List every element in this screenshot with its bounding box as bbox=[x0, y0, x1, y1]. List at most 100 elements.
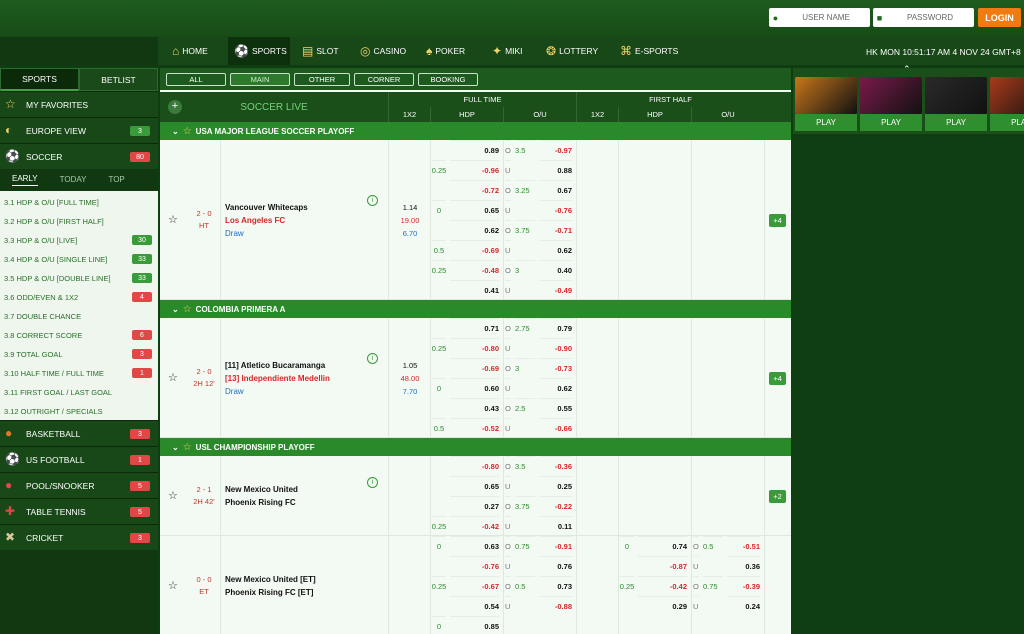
star-icon[interactable]: ☆ bbox=[183, 304, 192, 315]
ou-odds[interactable]: 0.67 bbox=[539, 180, 572, 200]
login-button[interactable]: LOGIN bbox=[978, 8, 1021, 27]
hdp-odds[interactable]: 0.54 bbox=[450, 596, 499, 616]
match-teams[interactable]: Vancouver Whitecaps Los Angeles FC Draw bbox=[225, 201, 308, 240]
subtab-early[interactable]: EARLY bbox=[12, 174, 38, 186]
info-icon[interactable]: i bbox=[367, 353, 378, 364]
ou-odds[interactable]: -0.71 bbox=[539, 220, 572, 240]
hdp-odds[interactable]: -0.72 bbox=[450, 180, 499, 200]
hdp-odds[interactable]: 0.89 bbox=[450, 140, 499, 160]
hdp-odds[interactable]: -0.69 bbox=[450, 240, 499, 260]
sidebar-item-my-favorites[interactable]: ☆ MY FAVORITES bbox=[0, 91, 158, 117]
sidebar-item-europe-view[interactable]: ◐ EUROPE VIEW 3 bbox=[0, 117, 158, 143]
league-header[interactable]: ⌄ ☆ USA MAJOR LEAGUE SOCCER PLAYOFF bbox=[160, 122, 791, 140]
play-button[interactable]: PLAY bbox=[795, 114, 857, 131]
ou-odds[interactable]: -0.36 bbox=[539, 456, 572, 476]
game-tile[interactable]: PLAY bbox=[860, 77, 922, 132]
hdp-odds[interactable]: 0.71 bbox=[450, 318, 499, 338]
favorite-star-icon[interactable]: ☆ bbox=[168, 489, 178, 502]
subtab-today[interactable]: TODAY bbox=[60, 175, 87, 186]
sidebar-item-us-football[interactable]: ⚽ US FOOTBALL 1 bbox=[0, 446, 158, 472]
play-button[interactable]: PLAY bbox=[990, 114, 1024, 131]
nav-e-sports[interactable]: ⌘ E-SPORTS bbox=[614, 37, 684, 65]
star-icon[interactable]: ☆ bbox=[183, 442, 192, 453]
more-markets-button[interactable]: +2 bbox=[769, 490, 786, 503]
odds-1x2[interactable]: 1.05 48.00 7.70 bbox=[392, 359, 428, 398]
hdp-odds[interactable]: -0.80 bbox=[450, 338, 499, 358]
match-teams[interactable]: [11] Atletico Bucaramanga [13] Independie… bbox=[225, 359, 330, 398]
filter-other[interactable]: OTHER bbox=[294, 72, 350, 86]
match-teams[interactable]: New Mexico United Phoenix Rising FC bbox=[225, 483, 298, 509]
hdp-odds[interactable]: 0.85 bbox=[450, 616, 499, 634]
ou-odds[interactable]: 0.11 bbox=[539, 516, 572, 536]
market-item[interactable]: 3.4 HDP & O/U [SINGLE LINE] 33 bbox=[0, 250, 158, 269]
ou-odds[interactable]: -0.39 bbox=[727, 576, 760, 596]
ou-odds[interactable]: 0.79 bbox=[539, 318, 572, 338]
nav-miki[interactable]: ✦ MIKI bbox=[486, 37, 534, 65]
more-markets-button[interactable]: +4 bbox=[769, 214, 786, 227]
game-tile[interactable]: PLAY bbox=[795, 77, 857, 132]
market-item[interactable]: 3.5 HDP & O/U [DOUBLE LINE] 33 bbox=[0, 269, 158, 288]
sidebar-item-pool-snooker[interactable]: ● POOL/SNOOKER 5 bbox=[0, 472, 158, 498]
ou-odds[interactable]: -0.97 bbox=[539, 140, 572, 160]
sidebar-item-soccer[interactable]: ⚽ SOCCER 80 bbox=[0, 143, 158, 169]
hdp-odds[interactable]: -0.67 bbox=[450, 576, 499, 596]
match-teams[interactable]: New Mexico United [ET] Phoenix Rising FC … bbox=[225, 573, 316, 599]
hdp-odds[interactable]: 0.43 bbox=[450, 398, 499, 418]
ou-odds[interactable]: 0.62 bbox=[539, 378, 572, 398]
star-icon[interactable]: ☆ bbox=[183, 126, 192, 137]
hdp-odds[interactable]: 0.62 bbox=[450, 220, 499, 240]
hdp-odds[interactable]: 0.65 bbox=[450, 200, 499, 220]
hdp-odds[interactable]: -0.87 bbox=[638, 556, 687, 576]
hdp-odds[interactable]: -0.42 bbox=[450, 516, 499, 536]
market-item[interactable]: 3.11 FIRST GOAL / LAST GOAL bbox=[0, 383, 158, 402]
filter-main[interactable]: MAIN bbox=[230, 72, 290, 86]
tab-betlist[interactable]: BETLIST bbox=[79, 68, 158, 91]
tab-sports[interactable]: SPORTS bbox=[0, 68, 79, 91]
play-button[interactable]: PLAY bbox=[925, 114, 987, 131]
ou-odds[interactable]: 0.73 bbox=[539, 576, 572, 596]
hdp-odds[interactable]: -0.76 bbox=[450, 556, 499, 576]
market-item[interactable]: 3.8 CORRECT SCORE 6 bbox=[0, 326, 158, 345]
filter-booking[interactable]: BOOKING bbox=[418, 72, 478, 86]
password-field[interactable]: ■ PASSWORD bbox=[873, 8, 974, 27]
nav-home[interactable]: ⌂ HOME bbox=[166, 37, 218, 65]
favorite-star-icon[interactable]: ☆ bbox=[168, 371, 178, 384]
nav-slot[interactable]: ▤ SLOT bbox=[296, 37, 346, 65]
market-item[interactable]: 3.9 TOTAL GOAL 3 bbox=[0, 345, 158, 364]
odds-1x2[interactable]: 1.14 19.00 6.70 bbox=[392, 201, 428, 240]
more-markets-button[interactable]: +4 bbox=[769, 372, 786, 385]
favorite-star-icon[interactable]: ☆ bbox=[168, 579, 178, 592]
game-tile[interactable]: PLAY bbox=[925, 77, 987, 132]
carousel-up-icon[interactable]: ⌃ bbox=[903, 64, 911, 75]
hdp-odds[interactable]: 0.60 bbox=[450, 378, 499, 398]
hdp-odds[interactable]: 0.74 bbox=[638, 536, 687, 556]
hdp-odds[interactable]: 0.27 bbox=[450, 496, 499, 516]
nav-sports[interactable]: ⚽ SPORTS bbox=[228, 37, 290, 65]
market-item[interactable]: 3.3 HDP & O/U [LIVE] 30 bbox=[0, 231, 158, 250]
expand-all-icon[interactable]: + bbox=[168, 100, 182, 114]
info-icon[interactable]: i bbox=[367, 477, 378, 488]
ou-odds[interactable]: 0.62 bbox=[539, 240, 572, 260]
sidebar-item-cricket[interactable]: ✖ CRICKET 3 bbox=[0, 524, 158, 550]
hdp-odds[interactable]: -0.96 bbox=[450, 160, 499, 180]
game-tile[interactable]: PLAY bbox=[990, 77, 1024, 132]
ou-odds[interactable]: -0.22 bbox=[539, 496, 572, 516]
filter-all[interactable]: ALL bbox=[166, 72, 226, 86]
ou-odds[interactable]: -0.91 bbox=[539, 536, 572, 556]
hdp-odds[interactable]: -0.80 bbox=[450, 456, 499, 476]
hdp-odds[interactable]: 0.63 bbox=[450, 536, 499, 556]
hdp-odds[interactable]: -0.52 bbox=[450, 418, 499, 438]
filter-corner[interactable]: CORNER bbox=[354, 72, 414, 86]
ou-odds[interactable]: -0.51 bbox=[727, 536, 760, 556]
league-header[interactable]: ⌄ ☆ USL CHAMPIONSHIP PLAYOFF bbox=[160, 438, 791, 456]
ou-odds[interactable]: -0.66 bbox=[539, 418, 572, 438]
ou-odds[interactable]: 0.76 bbox=[539, 556, 572, 576]
market-item[interactable]: 3.1 HDP & O/U [FULL TIME] bbox=[0, 193, 158, 212]
ou-odds[interactable]: -0.88 bbox=[539, 596, 572, 616]
nav-lottery[interactable]: ❂ LOTTERY bbox=[540, 37, 606, 65]
ou-odds[interactable]: -0.90 bbox=[539, 338, 572, 358]
market-item[interactable]: 3.12 OUTRIGHT / SPECIALS bbox=[0, 402, 158, 421]
nav-casino[interactable]: ◎ CASINO bbox=[354, 37, 412, 65]
hdp-odds[interactable]: 0.41 bbox=[450, 280, 499, 300]
ou-odds[interactable]: 0.55 bbox=[539, 398, 572, 418]
